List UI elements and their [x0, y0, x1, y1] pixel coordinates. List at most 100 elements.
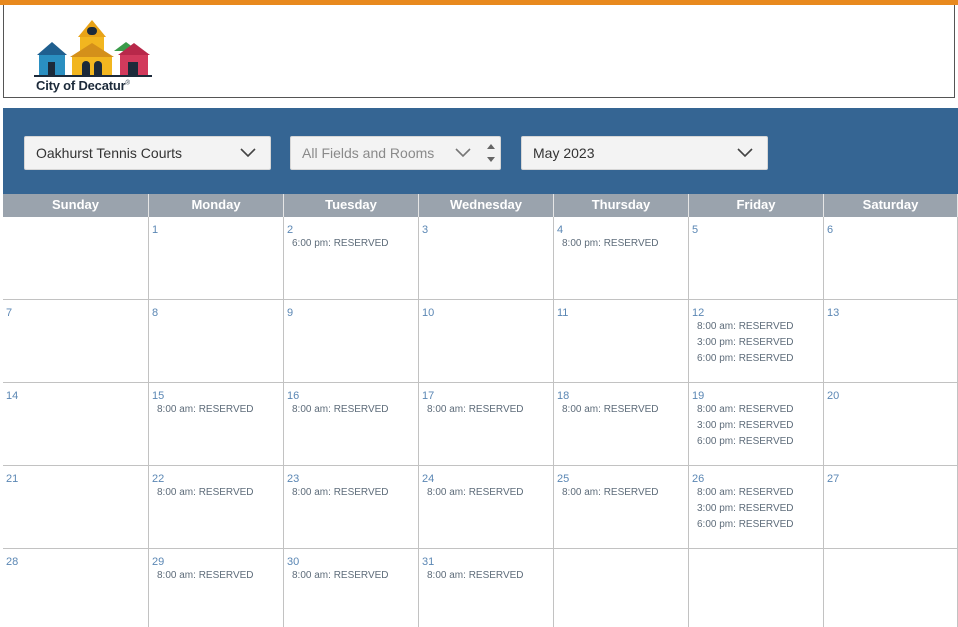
reservation-entry[interactable]: 8:00 am: RESERVED	[287, 485, 418, 501]
month-select[interactable]: May 2023	[521, 136, 768, 170]
day-number: 26	[692, 473, 705, 485]
day-number: 23	[287, 473, 300, 485]
calendar-day-cell[interactable]: 13	[824, 300, 958, 383]
reservation-entry[interactable]: 3:00 pm: RESERVED	[692, 335, 823, 351]
calendar-day-cell[interactable]: 30 8:00 am: RESERVED	[284, 549, 419, 627]
city-logo-icon[interactable]	[34, 15, 154, 77]
calendar-day-cell[interactable]: 14	[3, 383, 149, 466]
calendar-day-cell[interactable]: 23 8:00 am: RESERVED	[284, 466, 419, 549]
calendar-day-cell[interactable]	[824, 549, 958, 627]
chevron-down-icon	[240, 148, 256, 158]
calendar-day-cell[interactable]: 15 8:00 am: RESERVED	[149, 383, 284, 466]
day-number: 4	[557, 224, 564, 236]
day-number: 10	[422, 307, 435, 319]
day-number: 5	[692, 224, 699, 236]
calendar-day-cell[interactable]: 26 8:00 am: RESERVED 3:00 pm: RESERVED 6:00…	[689, 466, 824, 549]
day-number: 29	[152, 556, 165, 568]
weekday-header: Sunday Monday Tuesday Wednesday Thursday Frid…	[3, 194, 958, 217]
reservation-entry[interactable]: 8:00 am: RESERVED	[152, 485, 283, 501]
calendar-day-cell[interactable]: 31 8:00 am: RESERVED	[419, 549, 554, 627]
reservation-entry[interactable]: 8:00 am: RESERVED	[422, 402, 553, 418]
day-number: 15	[152, 390, 165, 402]
reservation-entry[interactable]: 3:00 pm: RESERVED	[692, 501, 823, 517]
day-number: 19	[692, 390, 705, 402]
day-number: 11	[557, 307, 569, 319]
day-number: 16	[287, 390, 300, 402]
calendar-day-cell[interactable]: 28	[3, 549, 149, 627]
reservation-entry[interactable]: 6:00 pm: RESERVED	[287, 236, 418, 252]
day-number: 30	[287, 556, 300, 568]
day-number: 9	[287, 307, 294, 319]
calendar-day-cell[interactable]	[689, 549, 824, 627]
reservation-entry[interactable]: 8:00 am: RESERVED	[692, 402, 823, 418]
fields-rooms-placeholder: All Fields and Rooms	[302, 145, 435, 161]
reservation-entry[interactable]: 8:00 am: RESERVED	[422, 568, 553, 584]
weekday-saturday: Saturday	[824, 194, 958, 217]
filter-bar: Oakhurst Tennis Courts All Fields and Ro…	[3, 108, 958, 194]
calendar-day-cell[interactable]: 11	[554, 300, 689, 383]
reservation-entry[interactable]: 8:00 am: RESERVED	[422, 485, 553, 501]
day-number: 21	[6, 473, 19, 485]
calendar-day-cell[interactable]: 6	[824, 217, 958, 300]
reservation-entry[interactable]: 8:00 am: RESERVED	[692, 319, 823, 335]
calendar-day-cell[interactable]: 4 8:00 pm: RESERVED	[554, 217, 689, 300]
calendar-day-cell[interactable]: 12 8:00 am: RESERVED 3:00 pm: RESERVED 6:00…	[689, 300, 824, 383]
month-select-value: May 2023	[533, 145, 595, 161]
calendar-day-cell[interactable]: 29 8:00 am: RESERVED	[149, 549, 284, 627]
day-number: 17	[422, 390, 435, 402]
calendar-day-cell[interactable]: 9	[284, 300, 419, 383]
calendar-day-cell[interactable]	[3, 217, 149, 300]
calendar-day-cell[interactable]: 18 8:00 am: RESERVED	[554, 383, 689, 466]
reservation-entry[interactable]: 8:00 am: RESERVED	[692, 485, 823, 501]
reservation-entry[interactable]: 8:00 am: RESERVED	[557, 485, 688, 501]
day-number: 20	[827, 390, 840, 402]
day-number: 1	[152, 224, 159, 236]
reservation-entry[interactable]: 3:00 pm: RESERVED	[692, 418, 823, 434]
reservation-entry[interactable]: 6:00 pm: RESERVED	[692, 351, 823, 367]
day-number: 22	[152, 473, 165, 485]
day-number: 25	[557, 473, 570, 485]
up-down-spinner-icon[interactable]	[484, 139, 498, 167]
fields-rooms-select[interactable]: All Fields and Rooms	[290, 136, 501, 170]
calendar-day-cell[interactable]: 24 8:00 am: RESERVED	[419, 466, 554, 549]
reservation-entry[interactable]: 6:00 pm: RESERVED	[692, 517, 823, 533]
calendar-day-cell[interactable]: 22 8:00 am: RESERVED	[149, 466, 284, 549]
calendar-day-cell[interactable]: 20	[824, 383, 958, 466]
day-number: 7	[6, 307, 13, 319]
weekday-thursday: Thursday	[554, 194, 689, 217]
reservation-entry[interactable]: 8:00 am: RESERVED	[152, 568, 283, 584]
day-number: 13	[827, 307, 840, 319]
reservation-entry[interactable]: 8:00 am: RESERVED	[287, 402, 418, 418]
logo-wordmark: City of Decatur®	[36, 78, 130, 93]
calendar-day-cell[interactable]: 10	[419, 300, 554, 383]
venue-select[interactable]: Oakhurst Tennis Courts	[24, 136, 271, 170]
calendar-day-cell[interactable]: 5	[689, 217, 824, 300]
day-number: 3	[422, 224, 429, 236]
calendar-day-cell[interactable]: 3	[419, 217, 554, 300]
day-number: 27	[827, 473, 840, 485]
calendar-day-cell[interactable]: 27	[824, 466, 958, 549]
calendar-day-cell[interactable]: 19 8:00 am: RESERVED 3:00 pm: RESERVED 6:00…	[689, 383, 824, 466]
chevron-down-icon	[737, 148, 753, 158]
reservation-entry[interactable]: 8:00 pm: RESERVED	[557, 236, 688, 252]
reservation-entry[interactable]: 8:00 am: RESERVED	[152, 402, 283, 418]
calendar-day-cell[interactable]: 2 6:00 pm: RESERVED	[284, 217, 419, 300]
calendar-day-cell[interactable]: 7	[3, 300, 149, 383]
calendar-day-cell[interactable]: 17 8:00 am: RESERVED	[419, 383, 554, 466]
reservation-entry[interactable]: 8:00 am: RESERVED	[287, 568, 418, 584]
day-number: 14	[6, 390, 19, 402]
logo-name: City of Decatur	[36, 78, 126, 93]
weekday-monday: Monday	[149, 194, 284, 217]
calendar-day-cell[interactable]	[554, 549, 689, 627]
registered-mark: ®	[125, 80, 130, 87]
calendar-day-cell[interactable]: 21	[3, 466, 149, 549]
calendar-day-cell[interactable]: 1	[149, 217, 284, 300]
day-number: 12	[692, 307, 705, 319]
calendar-day-cell[interactable]: 8	[149, 300, 284, 383]
calendar-day-cell[interactable]: 16 8:00 am: RESERVED	[284, 383, 419, 466]
calendar-day-cell[interactable]: 25 8:00 am: RESERVED	[554, 466, 689, 549]
chevron-down-icon	[455, 148, 471, 158]
reservation-entry[interactable]: 6:00 pm: RESERVED	[692, 434, 823, 450]
reservation-entry[interactable]: 8:00 am: RESERVED	[557, 402, 688, 418]
day-number: 2	[287, 224, 294, 236]
